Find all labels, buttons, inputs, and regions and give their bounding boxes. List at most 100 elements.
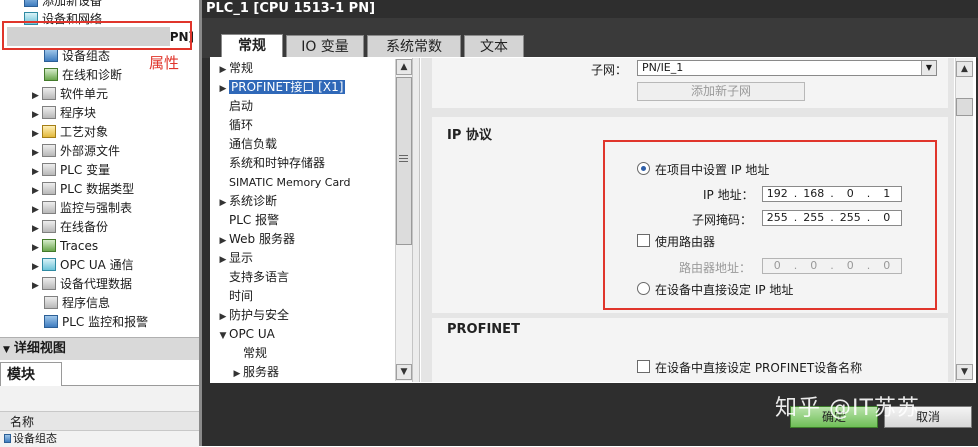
tree-item-label: 软件单元: [60, 87, 109, 101]
mask-octet-2: 255: [803, 211, 825, 224]
nav-item[interactable]: 支持多语言: [217, 268, 289, 287]
tab-general[interactable]: 常规: [221, 34, 283, 58]
subnet-label: 子网：: [591, 63, 628, 77]
nav-item-label: 支持多语言: [229, 270, 290, 284]
detail-view-header[interactable]: ▼ 详细视图: [0, 337, 199, 360]
tab-system-constants[interactable]: 系统常数: [367, 35, 461, 57]
nav-item[interactable]: ▼ OPC UA: [217, 325, 275, 344]
nav-item-label: 服务器: [243, 365, 280, 379]
technology-object-icon: [42, 125, 56, 138]
tree-item[interactable]: ▶ PLC 变量: [32, 161, 110, 180]
option-device-label: 在设备中直接设定 IP 地址: [655, 283, 794, 297]
tree-item[interactable]: ▶ 外部源文件: [32, 142, 120, 161]
tree-item[interactable]: ▶ 监控与强制表: [32, 199, 132, 218]
property-navigation: ▶ 常规 ▶ PROFINET接口 [X1] 启动 循环 通信负载 系统和时钟存储器 SIMAT…: [217, 59, 395, 381]
nav-item[interactable]: PLC 报警: [217, 211, 279, 230]
ip-octet-3: 0: [846, 187, 854, 200]
subnet-mask-label: 子网掩码：: [692, 213, 753, 227]
use-router-checkbox[interactable]: [637, 234, 650, 247]
scroll-up-icon[interactable]: ▲: [956, 61, 973, 77]
highlight-box-plc: [2, 21, 192, 50]
scroll-thumb[interactable]: [396, 77, 412, 245]
nav-item[interactable]: ▶ 服务器: [231, 363, 279, 381]
device-config-icon: [4, 434, 11, 443]
tree-item[interactable]: ▶ PLC 数据类型: [32, 180, 134, 199]
chevron-right-icon[interactable]: ▶: [231, 365, 243, 381]
nav-item[interactable]: ▶ 显示: [217, 249, 253, 268]
tree-item[interactable]: ▶ OPC UA 通信: [32, 256, 134, 275]
tree-item[interactable]: ▶ 软件单元: [32, 85, 108, 104]
nav-item[interactable]: 启动: [217, 97, 253, 116]
scroll-down-icon[interactable]: ▼: [396, 364, 412, 380]
nav-item[interactable]: ▶ PROFINET接口 [X1]: [217, 78, 346, 97]
tree-item[interactable]: ▶ 设备代理数据: [32, 275, 132, 294]
tree-item[interactable]: ▶ 程序块: [32, 104, 96, 123]
tree-item[interactable]: ▶ 工艺对象: [32, 123, 108, 142]
subnet-dropdown[interactable]: PN/IE_1 ▼: [637, 60, 937, 76]
tree-item-label: 添加新设备: [42, 0, 103, 8]
radio-set-ip-in-project[interactable]: [637, 162, 650, 175]
router-octet-1: 0: [773, 259, 781, 272]
online-backup-icon: [42, 220, 56, 233]
property-scrollbar[interactable]: ▲ ▼: [955, 58, 973, 382]
tab-texts[interactable]: 文本: [464, 35, 524, 57]
detail-row-device-config[interactable]: 设备组态: [0, 432, 199, 446]
tree-item[interactable]: PLC 监控和报警: [44, 313, 148, 332]
column-header-name[interactable]: 名称: [0, 411, 199, 431]
tree-item-label: 在线备份: [60, 220, 109, 234]
nav-item[interactable]: 常规: [231, 344, 267, 363]
nav-item-label: 启动: [229, 99, 254, 113]
tree-item-label: 程序块: [60, 106, 97, 120]
online-diagnostics-icon: [44, 68, 58, 81]
nav-item[interactable]: 系统和时钟存储器: [217, 154, 325, 173]
tab-io-tags[interactable]: IO 变量: [286, 35, 364, 57]
subnet-value: PN/IE_1: [642, 61, 684, 74]
nav-item[interactable]: 时间: [217, 287, 253, 306]
external-source-icon: [42, 144, 56, 157]
nav-item[interactable]: ▶ Web 服务器: [217, 230, 295, 249]
add-subnet-button[interactable]: 添加新子网: [637, 82, 805, 101]
profinet-name-label: 在设备中直接设定 PROFINET设备名称: [655, 361, 863, 375]
router-octet-3: 0: [846, 259, 854, 272]
tree-item[interactable]: ▶ Traces: [32, 237, 98, 256]
profinet-name-checkbox[interactable]: [637, 360, 650, 373]
chevron-down-icon[interactable]: ▼: [921, 61, 936, 75]
tree-item[interactable]: ▶ 在线备份: [32, 218, 108, 237]
nav-item[interactable]: ▶ 防护与安全: [217, 306, 289, 325]
nav-item-label: PROFINET接口 [X1]: [229, 80, 346, 94]
nav-item[interactable]: SIMATIC Memory Card: [217, 173, 351, 192]
scroll-down-icon[interactable]: ▼: [956, 364, 973, 380]
router-address-label: 路由器地址：: [679, 261, 752, 275]
tree-item-label: 设备组态: [62, 49, 111, 63]
nav-item[interactable]: ▶ 系统诊断: [217, 192, 277, 211]
chevron-down-icon[interactable]: ▼: [217, 327, 229, 346]
scroll-thumb[interactable]: [956, 98, 973, 116]
subnet-mask-field[interactable]: 255. 255. 255. 0: [762, 210, 902, 226]
grip-icon: [399, 155, 408, 156]
ip-address-field[interactable]: 192. 168. 0. 1: [762, 186, 902, 202]
traces-icon: [42, 239, 56, 252]
ip-protocol-title: IP 协议: [447, 128, 492, 143]
tree-item-label: PLC 监控和报警: [62, 315, 149, 329]
nav-item[interactable]: 循环: [217, 116, 253, 135]
nav-scrollbar[interactable]: ▲ ▼: [395, 59, 412, 381]
nav-item-label: 常规: [243, 346, 268, 360]
tree-item-label: 外部源文件: [60, 144, 121, 158]
nav-item[interactable]: 通信负载: [217, 135, 277, 154]
tree-item[interactable]: 程序信息: [44, 294, 110, 313]
nav-splitter[interactable]: [412, 58, 420, 382]
ip-octet-1: 192: [766, 187, 788, 200]
use-router-label: 使用路由器: [655, 235, 716, 249]
radio-set-ip-on-device[interactable]: [637, 282, 650, 295]
tree-item-label: Traces: [60, 239, 99, 253]
tree-item-label: PLC 变量: [60, 163, 111, 177]
chevron-right-icon[interactable]: ▶: [32, 277, 42, 296]
tree-item-label: PLC 数据类型: [60, 182, 135, 196]
nav-item-label: 系统诊断: [229, 194, 278, 208]
nav-item[interactable]: ▶ 常规: [217, 59, 253, 78]
tab-module[interactable]: 模块: [0, 362, 62, 386]
tree-item[interactable]: 在线和诊断: [44, 66, 122, 85]
router-address-field[interactable]: 0. 0. 0. 0: [762, 258, 902, 274]
ip-address-label: IP 地址：: [703, 188, 754, 202]
scroll-up-icon[interactable]: ▲: [396, 59, 412, 75]
